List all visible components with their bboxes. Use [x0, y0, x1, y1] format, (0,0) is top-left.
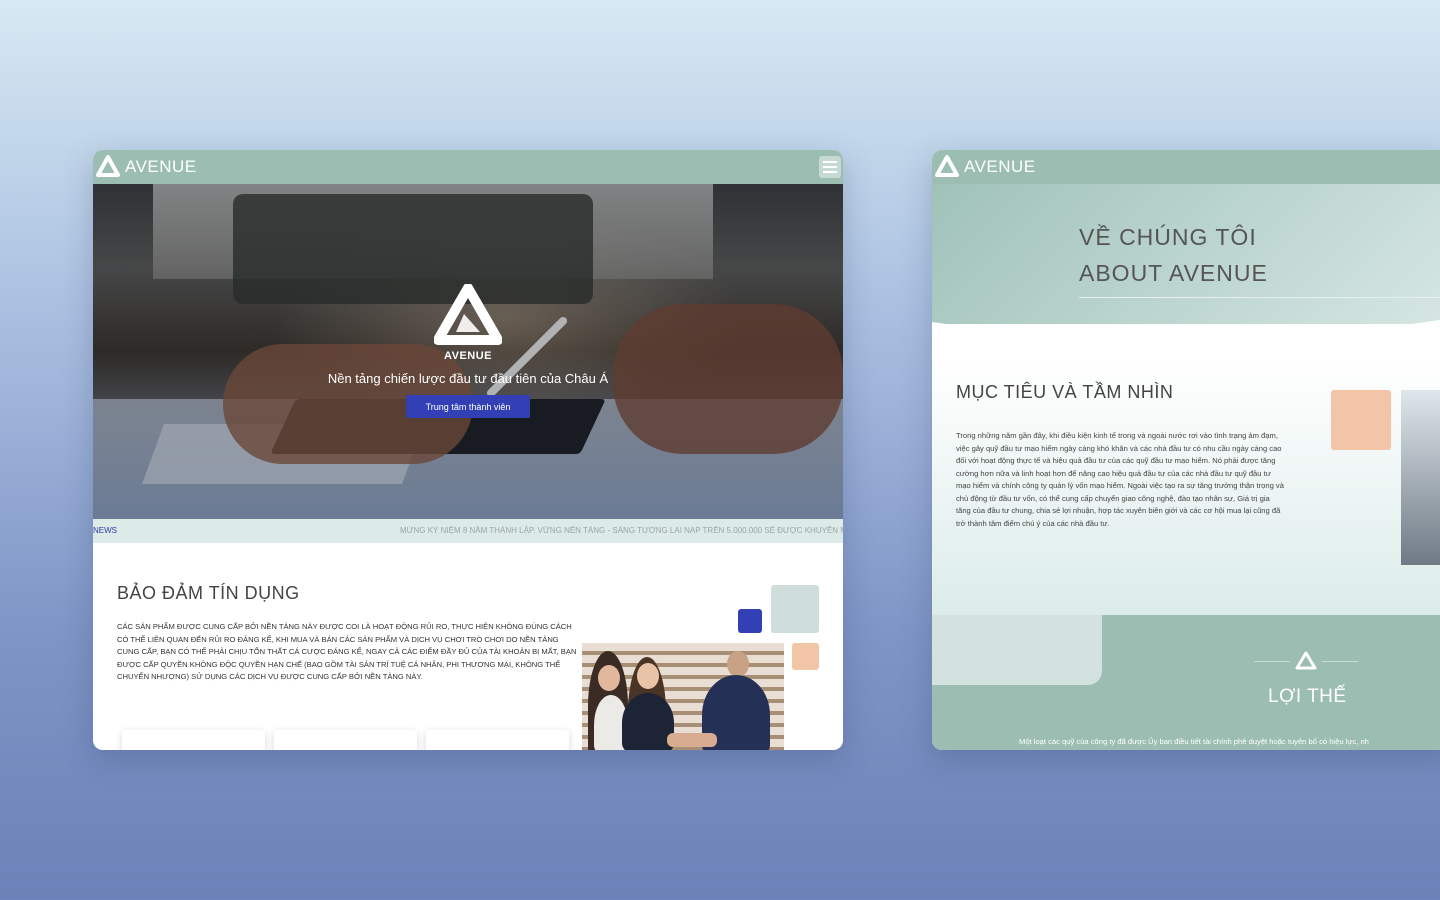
brand[interactable]: AVENUE — [934, 154, 1036, 180]
brand-name: AVENUE — [125, 157, 197, 176]
section-title: BẢO ĐẢM TÍN DỤNG — [117, 583, 300, 603]
mission-section: MỤC TIÊU VÀ TẦM NHÌN Trong những năm gần… — [932, 360, 1440, 615]
stat-card — [274, 730, 417, 750]
member-center-button[interactable]: Trung tâm thành viên — [406, 395, 530, 418]
decorative-panel — [932, 615, 1102, 685]
homepage-window: AVENUE AVENUE Nền tảng chiến lược đầu tư… — [93, 150, 843, 750]
decorative-square — [1331, 390, 1391, 450]
about-heading-line1: VỀ CHÚNG TÔI — [1079, 224, 1257, 250]
about-window: VỀ CHÚNG TÔI ABOUT AVENUE MỤC TIÊU VÀ TẦ… — [932, 150, 1440, 750]
mission-title: MỤC TIÊU VÀ TẦM NHÌN — [956, 382, 1174, 402]
about-heading-line2: ABOUT AVENUE — [1079, 260, 1268, 286]
section-body: Các sản phẩm được cung cấp bởi nền tảng … — [117, 622, 577, 682]
top-nav-bar: AVENUE — [93, 150, 843, 184]
decorative-square — [792, 643, 819, 670]
hero-tagline: Nền tảng chiến lược đầu tư đầu tiên của … — [327, 371, 609, 386]
heading-underline — [1079, 297, 1440, 298]
advantage-title: LỢI THẾ — [1268, 686, 1347, 707]
news-label: NEWS — [93, 526, 117, 535]
advantage-section: LỢI THẾ Một loạt các quỹ của công ty đã … — [932, 615, 1440, 750]
top-nav-bar: AVENUE — [932, 150, 1440, 184]
hero-logo-icon — [434, 284, 502, 345]
stat-card — [122, 730, 265, 750]
news-ticker: NEWS MỪNG KỶ NIỆM 8 NĂM THÀNH LẬP. VỮNG … — [93, 519, 843, 543]
hamburger-menu-icon[interactable] — [819, 156, 841, 178]
divider-line — [1322, 661, 1358, 662]
hero-brand-text: AVENUE — [443, 350, 493, 362]
stat-card — [426, 730, 569, 750]
avenue-logo-icon — [1295, 651, 1317, 670]
news-ticker-text[interactable]: MỪNG KỶ NIỆM 8 NĂM THÀNH LẬP. VỮNG NỀN T… — [400, 526, 843, 535]
brand-name: AVENUE — [964, 157, 1036, 176]
avenue-logo-icon — [935, 155, 959, 177]
credit-section: BẢO ĐẢM TÍN DỤNG Các sản phẩm được cung … — [93, 543, 843, 750]
decorative-square — [738, 609, 762, 633]
divider-line — [1254, 661, 1290, 662]
hero-banner: AVENUE Nền tảng chiến lược đầu tư đầu ti… — [93, 184, 843, 519]
avenue-logo-icon — [96, 155, 120, 177]
banner-wave — [932, 319, 1440, 360]
decorative-square — [771, 585, 819, 633]
business-team-photo — [582, 643, 784, 750]
advantage-body: Một loạt các quỹ của công ty đã được Ủy … — [1019, 737, 1369, 746]
mission-body: Trong những năm gần đây, khi điều kiện k… — [956, 431, 1284, 528]
brand[interactable]: AVENUE — [95, 154, 197, 180]
meeting-photo — [1401, 390, 1440, 565]
